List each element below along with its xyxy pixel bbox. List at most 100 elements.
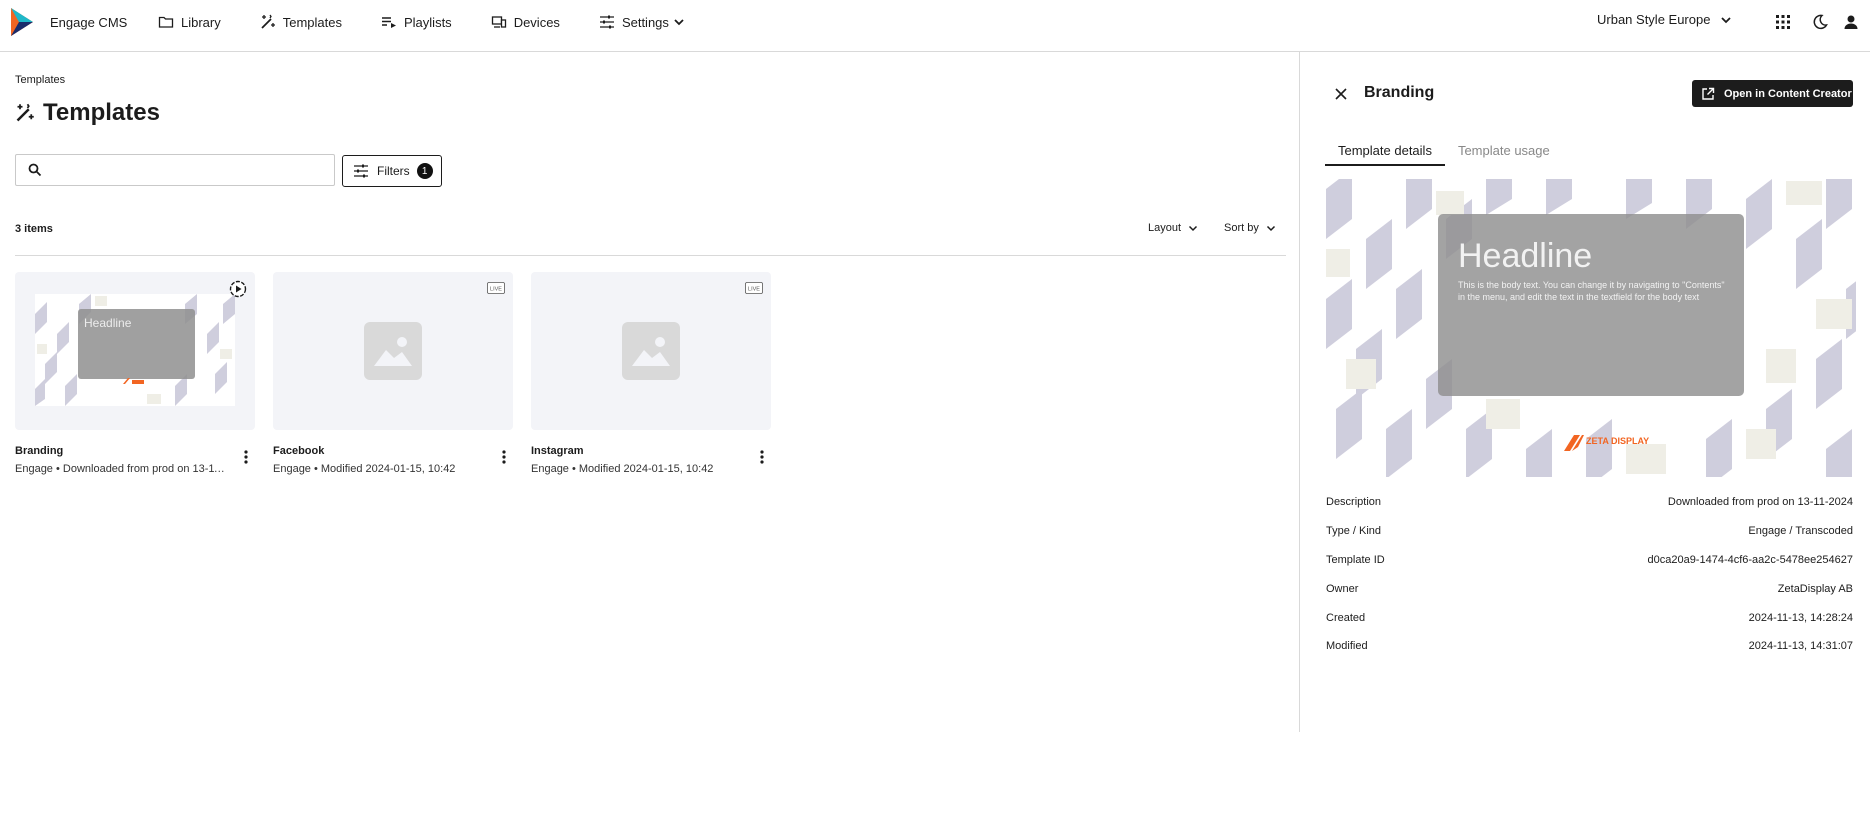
template-card[interactable]: LIVE Facebook Engage • Modified 2024-01-… bbox=[273, 272, 513, 475]
organization-name: Urban Style Europe bbox=[1597, 12, 1711, 27]
main-nav: Library Templates Playlists Devices Sett… bbox=[158, 10, 724, 34]
more-options-icon[interactable] bbox=[237, 446, 255, 468]
property-owner: Owner ZetaDisplay AB bbox=[1326, 583, 1853, 595]
nav-templates[interactable]: Templates bbox=[260, 10, 342, 34]
property-value: Downloaded from prod on 13-11-2024 bbox=[1667, 496, 1853, 508]
layout-dropdown[interactable]: Layout bbox=[1148, 222, 1198, 234]
sort-by-dropdown[interactable]: Sort by bbox=[1224, 222, 1276, 234]
magic-wand-icon bbox=[16, 103, 34, 122]
template-thumbnail[interactable]: LIVE bbox=[273, 272, 513, 430]
template-subtitle: Engage • Modified 2024-01-15, 10:42 bbox=[531, 463, 714, 475]
folder-icon bbox=[158, 16, 174, 28]
close-icon[interactable] bbox=[1333, 86, 1349, 102]
brand[interactable]: Engage CMS bbox=[11, 6, 127, 38]
template-details-panel: Branding Open in Content Creator Templat… bbox=[1299, 52, 1870, 732]
svg-text:LIVE: LIVE bbox=[748, 287, 760, 293]
property-label: Created bbox=[1326, 612, 1366, 624]
user-account-icon[interactable] bbox=[1841, 12, 1861, 32]
nav-library-label: Library bbox=[181, 14, 221, 30]
items-count: 3 items bbox=[15, 223, 53, 235]
image-placeholder-icon bbox=[364, 322, 422, 380]
playlist-icon bbox=[382, 17, 396, 28]
template-subtitle: Engage • Modified 2024-01-15, 10:42 bbox=[273, 463, 456, 475]
layout-label: Layout bbox=[1148, 222, 1182, 234]
property-modified: Modified 2024-11-13, 14:31:07 bbox=[1326, 640, 1853, 652]
chevron-down-icon bbox=[1721, 16, 1732, 23]
preview-body-text: This is the body text. You can change it… bbox=[1458, 280, 1725, 302]
property-value: d0ca20a9-1474-4cf6-aa2c-5478ee254627 bbox=[1647, 554, 1853, 566]
property-description: Description Downloaded from prod on 13-1… bbox=[1326, 496, 1853, 508]
image-placeholder-icon bbox=[622, 322, 680, 380]
property-value: Engage / Transcoded bbox=[1748, 525, 1853, 537]
organization-selector[interactable]: Urban Style Europe bbox=[1597, 12, 1732, 27]
template-subtitle: Engage • Downloaded from prod on 13-11-2… bbox=[15, 463, 227, 475]
sliders-icon bbox=[599, 15, 614, 29]
template-thumbnail[interactable]: Headline bbox=[15, 272, 255, 430]
preview-logo-text: ZETA DISPLAY bbox=[1586, 436, 1649, 446]
preview-headline: Headline bbox=[84, 316, 132, 330]
details-tabs: Template details Template usage bbox=[1325, 136, 1563, 166]
tune-icon bbox=[354, 164, 368, 178]
more-options-icon[interactable] bbox=[495, 446, 513, 468]
template-name: Branding bbox=[15, 445, 64, 457]
filters-label: Filters bbox=[377, 164, 410, 178]
live-icon: LIVE bbox=[745, 282, 763, 294]
magic-wand-icon bbox=[261, 14, 275, 29]
nav-library[interactable]: Library bbox=[158, 10, 221, 34]
chevron-down-icon bbox=[674, 19, 684, 26]
template-thumbnail[interactable]: LIVE bbox=[531, 272, 771, 430]
more-options-icon[interactable] bbox=[753, 446, 771, 468]
branding-preview-image: Headline bbox=[35, 294, 235, 406]
template-preview-image: Headline This is the body text. You can … bbox=[1326, 179, 1856, 477]
nav-playlists[interactable]: Playlists bbox=[381, 10, 452, 34]
live-icon: LIVE bbox=[487, 282, 505, 294]
nav-playlists-label: Playlists bbox=[404, 14, 452, 30]
search-input[interactable] bbox=[50, 162, 320, 178]
page-title: Templates bbox=[15, 99, 160, 127]
property-label: Type / Kind bbox=[1326, 525, 1382, 537]
top-navigation-bar: Engage CMS Library Templates Playlists D… bbox=[0, 0, 1870, 52]
nav-devices-label: Devices bbox=[513, 14, 560, 30]
property-value: ZetaDisplay AB bbox=[1777, 583, 1853, 595]
svg-text:LIVE: LIVE bbox=[490, 287, 502, 293]
chevron-down-icon bbox=[1189, 225, 1198, 232]
nav-settings[interactable]: Settings bbox=[599, 10, 685, 34]
tab-template-usage[interactable]: Template usage bbox=[1445, 136, 1563, 166]
devices-icon bbox=[491, 16, 506, 28]
search-icon bbox=[28, 163, 42, 177]
property-label: Modified bbox=[1326, 640, 1368, 652]
property-created: Created 2024-11-13, 14:28:24 bbox=[1326, 612, 1853, 624]
chevron-down-icon bbox=[1266, 225, 1275, 232]
property-label: Template ID bbox=[1326, 554, 1385, 566]
property-type-kind: Type / Kind Engage / Transcoded bbox=[1326, 525, 1853, 537]
property-value: 2024-11-13, 14:28:24 bbox=[1748, 612, 1853, 624]
open-external-icon bbox=[1702, 87, 1715, 100]
open-in-content-creator-button[interactable]: Open in Content Creator bbox=[1692, 80, 1853, 107]
filters-count-badge: 1 bbox=[416, 163, 433, 179]
apps-grid-icon[interactable] bbox=[1773, 12, 1793, 32]
page-title-text: Templates bbox=[43, 99, 160, 126]
tab-template-details[interactable]: Template details bbox=[1325, 136, 1445, 166]
template-name: Instagram bbox=[531, 445, 584, 457]
property-value: 2024-11-13, 14:31:07 bbox=[1748, 640, 1853, 652]
property-label: Owner bbox=[1326, 583, 1359, 595]
template-name: Facebook bbox=[273, 445, 325, 457]
dark-mode-moon-icon[interactable] bbox=[1810, 12, 1830, 32]
list-divider bbox=[15, 255, 1286, 256]
filters-button[interactable]: Filters 1 bbox=[342, 155, 442, 187]
details-title: Branding bbox=[1364, 84, 1435, 101]
play-circle-icon bbox=[229, 280, 247, 298]
template-card[interactable]: Headline Branding Engage • Downloaded fr… bbox=[15, 272, 255, 475]
nav-devices[interactable]: Devices bbox=[491, 10, 560, 34]
app-name: Engage CMS bbox=[50, 14, 128, 30]
template-card[interactable]: LIVE Instagram Engage • Modified 2024-01… bbox=[531, 272, 771, 475]
property-template-id: Template ID d0ca20a9-1474-4cf6-aa2c-5478… bbox=[1326, 554, 1853, 566]
property-label: Description bbox=[1326, 496, 1382, 508]
search-field[interactable] bbox=[15, 154, 335, 186]
nav-templates-label: Templates bbox=[282, 14, 342, 30]
engage-logo-icon bbox=[11, 8, 33, 36]
breadcrumb[interactable]: Templates bbox=[15, 74, 65, 86]
open-button-label: Open in Content Creator bbox=[1724, 87, 1852, 100]
template-preview: Headline This is the body text. You can … bbox=[1326, 179, 1856, 477]
preview-headline: Headline bbox=[1458, 237, 1592, 275]
